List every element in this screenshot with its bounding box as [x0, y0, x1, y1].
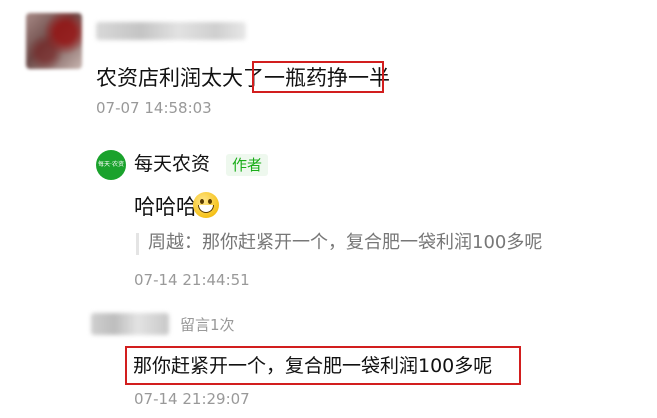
comment-text-prefix: 农资店利润太大了: [96, 66, 264, 90]
comment-timestamp: 07-07 14:58:03: [96, 99, 212, 117]
emoji-eye-right: [208, 199, 212, 204]
reply-timestamp: 07-14 21:44:51: [134, 271, 250, 289]
second-commenter-blurred[interactable]: [91, 313, 169, 335]
highlight-box-second-comment: [125, 346, 521, 385]
commenter-avatar[interactable]: [26, 13, 82, 69]
author-avatar[interactable]: 每天·农资: [96, 150, 126, 180]
quoted-comment: 周越：那你赶紧开一个，复合肥一袋利润100多呢: [148, 232, 543, 253]
message-count: 留言1次: [180, 316, 235, 334]
commenter-name-blurred: [96, 22, 246, 40]
author-name: 每天农资: [134, 153, 211, 175]
author-avatar-text: 每天·农资: [98, 161, 124, 168]
emoji-eye-left: [200, 199, 204, 204]
emoji-mouth: [198, 205, 214, 213]
highlight-box-comment: [252, 61, 384, 93]
second-comment-timestamp: 07-14 21:29:07: [134, 390, 250, 408]
grinning-face-icon: [193, 192, 219, 218]
author-badge: 作者: [226, 154, 269, 176]
author-reply-text: 哈哈哈: [134, 195, 197, 219]
quote-bar: [136, 233, 139, 255]
